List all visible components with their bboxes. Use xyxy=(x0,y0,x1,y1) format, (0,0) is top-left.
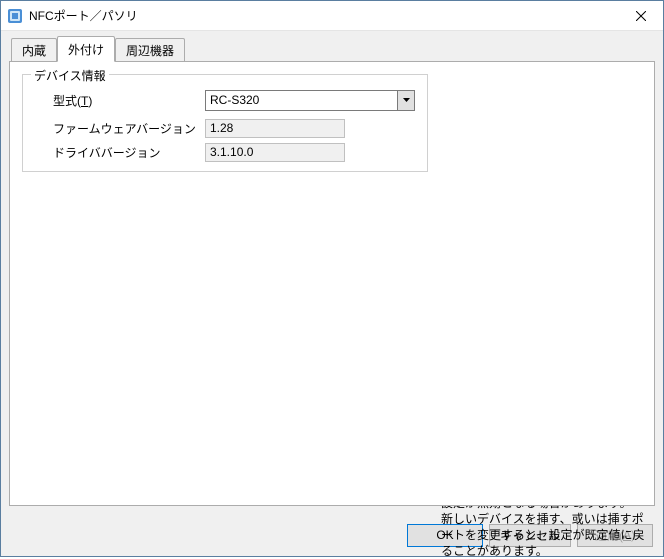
driver-value: 3.1.10.0 xyxy=(205,143,345,162)
row-firmware: ファームウェアバージョン 1.28 xyxy=(53,117,417,139)
app-icon xyxy=(7,8,23,24)
close-button[interactable] xyxy=(618,1,663,30)
row-driver: ドライババージョン 3.1.10.0 xyxy=(53,141,417,163)
model-dropdown[interactable]: RC-S320 xyxy=(205,90,415,111)
client-area: 内蔵 外付け 周辺機器 デバイス情報 型式(T) RC-S320 xyxy=(1,31,663,516)
model-label: 型式(T) xyxy=(53,92,205,109)
tabpage-external: デバイス情報 型式(T) RC-S320 xyxy=(9,61,655,506)
model-dropdown-value: RC-S320 xyxy=(206,93,397,107)
group-title: デバイス情報 xyxy=(31,67,109,84)
model-label-after: ) xyxy=(88,94,92,108)
driver-label: ドライババージョン xyxy=(53,144,205,161)
chevron-down-icon xyxy=(403,98,410,102)
tabstrip: 内蔵 外付け 周辺機器 xyxy=(11,39,655,61)
device-info-group: デバイス情報 型式(T) RC-S320 xyxy=(22,74,428,172)
row-model: 型式(T) RC-S320 xyxy=(53,89,417,111)
tab-internal[interactable]: 内蔵 xyxy=(11,38,57,62)
firmware-label: ファームウェアバージョン xyxy=(53,120,205,137)
close-icon xyxy=(636,11,646,21)
firmware-value: 1.28 xyxy=(205,119,345,138)
titlebar: NFCポート／パソリ xyxy=(1,1,663,31)
dropdown-button[interactable] xyxy=(397,91,414,110)
window-title: NFCポート／パソリ xyxy=(29,7,138,24)
tab-peripheral[interactable]: 周辺機器 xyxy=(115,38,185,62)
dialog-window: NFCポート／パソリ 内蔵 外付け 周辺機器 デバイス情報 型式(T) xyxy=(0,0,664,557)
model-label-text: 型式( xyxy=(53,94,81,108)
tab-external[interactable]: 外付け xyxy=(57,36,115,62)
note-line3: 新しいデバイスを挿す、或いは挿すポートを変更すると、設定が既定値に戻ることがあり… xyxy=(441,512,645,558)
